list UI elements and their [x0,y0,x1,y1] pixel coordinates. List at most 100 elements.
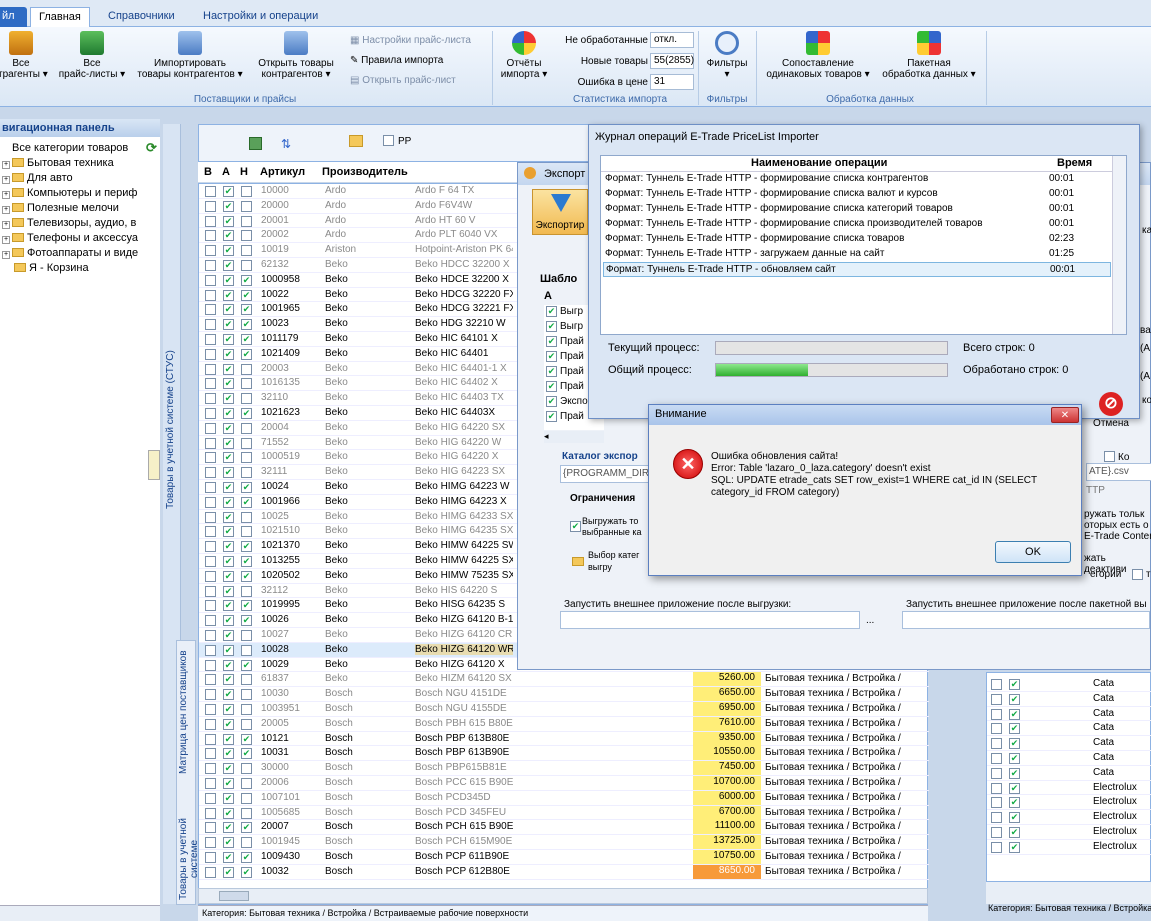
checkbox[interactable]: ✔ [1009,738,1020,750]
table-row[interactable]: ✔ 20005 Bosch Bosch PBH 615 B80E 7610.00 Быто… [199,716,929,732]
n-checkbox[interactable] [241,378,252,390]
journal-scrollbar[interactable] [1112,156,1126,334]
a-checkbox[interactable]: ✔ [223,437,234,449]
n-checkbox[interactable] [241,630,252,641]
n-checkbox[interactable] [241,807,252,819]
upload-selected-checkbox[interactable]: ✔ [570,521,581,532]
v-checkbox[interactable] [205,348,216,360]
a-checkbox[interactable]: ✔ [223,274,234,286]
a-checkbox[interactable]: ✔ [223,837,234,849]
n-checkbox[interactable] [241,778,252,789]
pp-checkbox[interactable] [383,135,394,146]
n-checkbox[interactable] [241,422,252,434]
match-goods-button[interactable]: Сопоставление одинаковых товаров ▾ [758,31,878,80]
template-checkbox[interactable]: ✔ [546,306,557,317]
n-checkbox[interactable]: ✔ [241,822,252,834]
a-checkbox[interactable]: ✔ [223,704,234,715]
table-row[interactable]: ✔ 30000 Bosch Bosch PBP615B81E 7450.00 Бытова… [199,761,929,776]
n-checkbox[interactable]: ✔ [241,496,252,508]
n-checkbox[interactable] [241,837,252,849]
a-checkbox[interactable]: ✔ [223,289,234,301]
browse-button[interactable]: ... [866,615,874,626]
v-checkbox[interactable] [205,852,216,863]
n-checkbox[interactable]: ✔ [241,615,252,627]
n-checkbox[interactable] [241,674,252,686]
checkbox[interactable] [991,679,1002,690]
table-row[interactable]: ✔ Cata [987,766,1151,781]
n-checkbox[interactable]: ✔ [241,541,252,553]
v-checkbox[interactable] [205,334,216,345]
filters-button[interactable]: Фильтры ▾ [702,31,752,80]
play-icon[interactable] [249,137,262,150]
a-checkbox[interactable]: ✔ [223,348,234,360]
expand-icon[interactable]: + [2,161,10,169]
checkbox[interactable]: ✔ [1009,679,1020,690]
v-checkbox[interactable] [205,807,216,819]
table-row[interactable]: ✔ ✔ 10121 Bosch Bosch PBP 613B80E 9350.00 Быто… [199,731,929,747]
tab-file[interactable]: йл [0,7,27,27]
a-checkbox[interactable]: ✔ [223,363,234,375]
v-checkbox[interactable] [205,689,216,701]
v-checkbox[interactable] [205,274,216,286]
folder-icon[interactable] [572,557,584,566]
a-checkbox[interactable]: ✔ [223,659,234,671]
n-checkbox[interactable]: ✔ [241,319,252,331]
col-header-a[interactable]: А [222,166,230,178]
journal-row[interactable]: Формат: Туннель E-Trade HTTP - формирова… [603,217,1111,232]
a-checkbox[interactable]: ✔ [223,408,234,419]
n-checkbox[interactable] [241,260,252,271]
n-checkbox[interactable]: ✔ [241,866,252,878]
table-row[interactable]: ✔ Cata [987,721,1151,737]
v-checkbox[interactable] [205,556,216,567]
v-checkbox[interactable] [205,437,216,449]
table-row[interactable]: ✔ ✔ 20007 Bosch Bosch PCH 615 B90E 11100.00 Бы… [199,820,929,836]
checkbox[interactable]: ✔ [1009,708,1020,720]
a-checkbox[interactable]: ✔ [223,792,234,804]
n-checkbox[interactable]: ✔ [241,482,252,493]
choose-category-label[interactable]: Выбор катег выгру [588,549,639,573]
n-checkbox[interactable] [241,467,252,479]
n-checkbox[interactable] [241,215,252,227]
table-row[interactable]: ✔ ✔ 10032 Bosch Bosch PCP 612B80E 8650.00 Быто… [199,864,929,880]
v-checkbox[interactable] [205,822,216,834]
a-checkbox[interactable]: ✔ [223,215,234,227]
v-checkbox[interactable] [205,304,216,316]
journal-col-time[interactable]: Время [1057,157,1092,169]
n-checkbox[interactable] [241,704,252,715]
n-checkbox[interactable]: ✔ [241,748,252,760]
nav-item-tv[interactable]: + Телевизоры, аудио, в [2,217,136,229]
v-checkbox[interactable] [205,482,216,493]
v-checkbox[interactable] [205,866,216,878]
a-checkbox[interactable]: ✔ [223,496,234,508]
journal-row[interactable]: Формат: Туннель E-Trade HTTP - формирова… [603,187,1111,202]
side-tab-accounting-bottom[interactable]: Товары в учетной системе [178,800,200,918]
journal-row[interactable]: Формат: Туннель E-Trade HTTP - формирова… [603,172,1111,187]
v-checkbox[interactable] [205,718,216,730]
v-checkbox[interactable] [205,378,216,390]
v-checkbox[interactable] [205,319,216,331]
n-checkbox[interactable] [241,393,252,405]
checkbox[interactable] [991,841,1002,853]
a-checkbox[interactable]: ✔ [223,245,234,257]
a-checkbox[interactable]: ✔ [223,422,234,434]
n-checkbox[interactable]: ✔ [241,570,252,582]
journal-row[interactable]: Формат: Туннель E-Trade HTTP - формирова… [603,232,1111,247]
a-checkbox[interactable]: ✔ [223,615,234,627]
n-checkbox[interactable]: ✔ [241,659,252,671]
a-checkbox[interactable]: ✔ [223,807,234,819]
nav-item-computers[interactable]: + Компьютеры и периф [2,187,137,199]
v-checkbox[interactable] [205,200,216,212]
a-checkbox[interactable]: ✔ [223,852,234,863]
right-filename-input[interactable]: ATE}.csv [1086,463,1151,481]
v-checkbox[interactable] [205,585,216,597]
a-checkbox[interactable]: ✔ [223,689,234,701]
a-checkbox[interactable]: ✔ [223,304,234,316]
table-row[interactable]: ✔ ✔ 1009430 Bosch Bosch PCP 611B90E 10750.00 Б… [199,850,929,865]
table-row[interactable]: ✔ Cata [987,677,1151,692]
v-checkbox[interactable] [205,393,216,405]
n-checkbox[interactable] [241,200,252,212]
a-checkbox[interactable]: ✔ [223,600,234,612]
a-checkbox[interactable]: ✔ [223,570,234,582]
table-row[interactable]: ✔ 1007101 Bosch Bosch PCD345D 6000.00 Бытовая… [199,790,929,806]
col-header-v[interactable]: В [204,166,212,178]
